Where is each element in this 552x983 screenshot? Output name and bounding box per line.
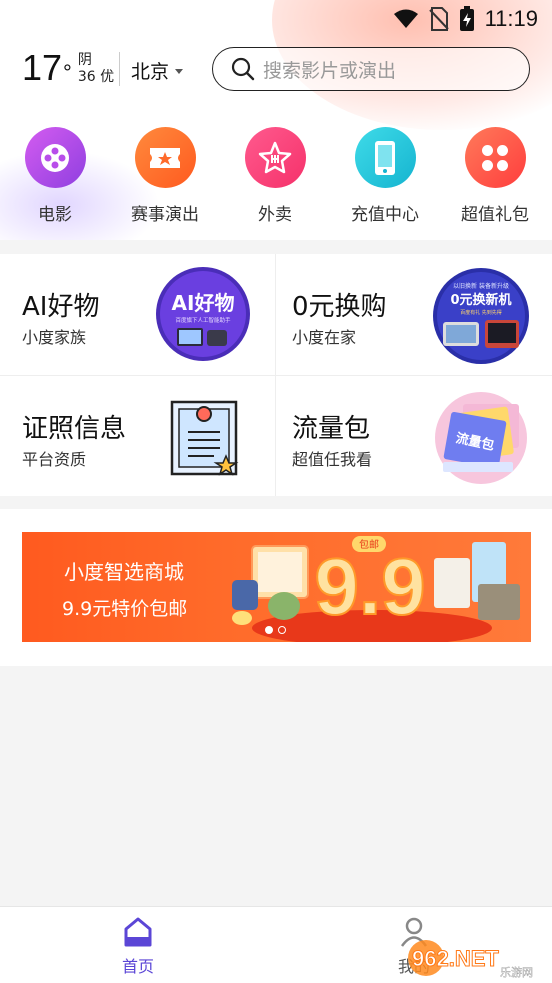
wifi-icon	[393, 9, 418, 28]
carousel-dot-1[interactable]	[265, 626, 273, 634]
quick-entry-recharge[interactable]: 充值中心	[330, 127, 440, 225]
carousel-dot-2[interactable]	[278, 626, 286, 634]
air-quality: 36 优	[77, 69, 115, 85]
tab-home-label: 首页	[121, 957, 154, 976]
svg-text:乐游网: 乐游网	[500, 966, 533, 979]
ai-goods-image: AI好物 百度旗下人工智能助手	[155, 266, 251, 366]
search-input[interactable]: 搜索影片或演出	[212, 47, 530, 91]
film-reel-icon	[24, 127, 86, 188]
search-icon	[231, 57, 255, 81]
tab-home[interactable]: 首页	[93, 917, 183, 977]
quick-entry-movie[interactable]: 电影	[0, 127, 110, 225]
certificate-icon	[170, 400, 240, 480]
gift-grid-icon	[464, 127, 526, 188]
phone-icon	[354, 127, 416, 188]
ticket-icon	[134, 127, 196, 188]
quick-entry-takeout[interactable]: 外卖	[220, 127, 330, 225]
weather-widget[interactable]: 17° 阴 36 优	[22, 48, 114, 88]
quick-entry-events[interactable]: 赛事演出	[110, 127, 220, 225]
status-bar: 11:19	[0, 0, 552, 38]
banner-section: 小度智选商城 9.9元特价包邮 包邮 9.9	[0, 509, 552, 666]
svg-text:0元换新机: 0元换新机	[450, 292, 511, 308]
home-icon	[124, 917, 152, 947]
svg-text:962.NET: 962.NET	[412, 946, 499, 971]
svg-text:以旧换新 装备新升级: 以旧换新 装备新升级	[453, 282, 509, 290]
svg-text:百度旗下人工智能助手: 百度旗下人工智能助手	[175, 316, 231, 324]
banner-product-art: 包邮 9.9	[232, 536, 520, 642]
card-ai-goods[interactable]: AI好物 小度家族 AI好物 百度旗下人工智能助手	[0, 254, 275, 375]
search-placeholder: 搜索影片或演出	[263, 59, 397, 82]
weather-condition: 阴	[77, 52, 92, 68]
caret-down-icon	[175, 69, 184, 74]
promo-banner[interactable]: 小度智选商城 9.9元特价包邮 包邮 9.9	[22, 532, 531, 642]
quick-entry-gift[interactable]: 超值礼包	[440, 127, 550, 225]
no-sim-icon	[428, 7, 449, 31]
svg-text:9.9: 9.9	[314, 542, 425, 631]
banner-title: 小度智选商城	[64, 560, 184, 584]
battery-charging-icon	[459, 6, 474, 31]
city-selector[interactable]: 北京	[131, 57, 184, 84]
feature-grid: AI好物 小度家族 AI好物 百度旗下人工智能助手 0元换购 小度在家 以旧换新…	[0, 254, 552, 496]
data-package-image: 流量包	[433, 390, 529, 490]
card-data-package[interactable]: 流量包 超值任我看 流量包	[276, 376, 551, 497]
temperature: 17°	[22, 47, 72, 88]
city-name: 北京	[131, 61, 170, 83]
status-time: 11:19	[484, 6, 538, 31]
carousel-indicator[interactable]	[265, 626, 286, 634]
header-area: 11:19 17° 阴 36 优 北京 搜索影片或演出 电影 赛事演出 外卖 充…	[0, 0, 552, 240]
food-star-icon	[244, 127, 306, 188]
site-watermark: 962.NET 乐游网	[408, 940, 533, 979]
card-license-info[interactable]: 证照信息 平台资质	[0, 376, 275, 497]
trade-in-image: 以旧换新 装备新升级 0元换新机 百度有礼 先到先得	[429, 266, 533, 370]
svg-text:百度有礼 先到先得: 百度有礼 先到先得	[460, 309, 502, 316]
banner-subtitle: 9.9元特价包邮	[62, 598, 188, 620]
svg-text:AI好物: AI好物	[172, 291, 235, 315]
card-zero-trade-in[interactable]: 0元换购 小度在家 以旧换新 装备新升级 0元换新机 百度有礼 先到先得	[276, 254, 551, 375]
